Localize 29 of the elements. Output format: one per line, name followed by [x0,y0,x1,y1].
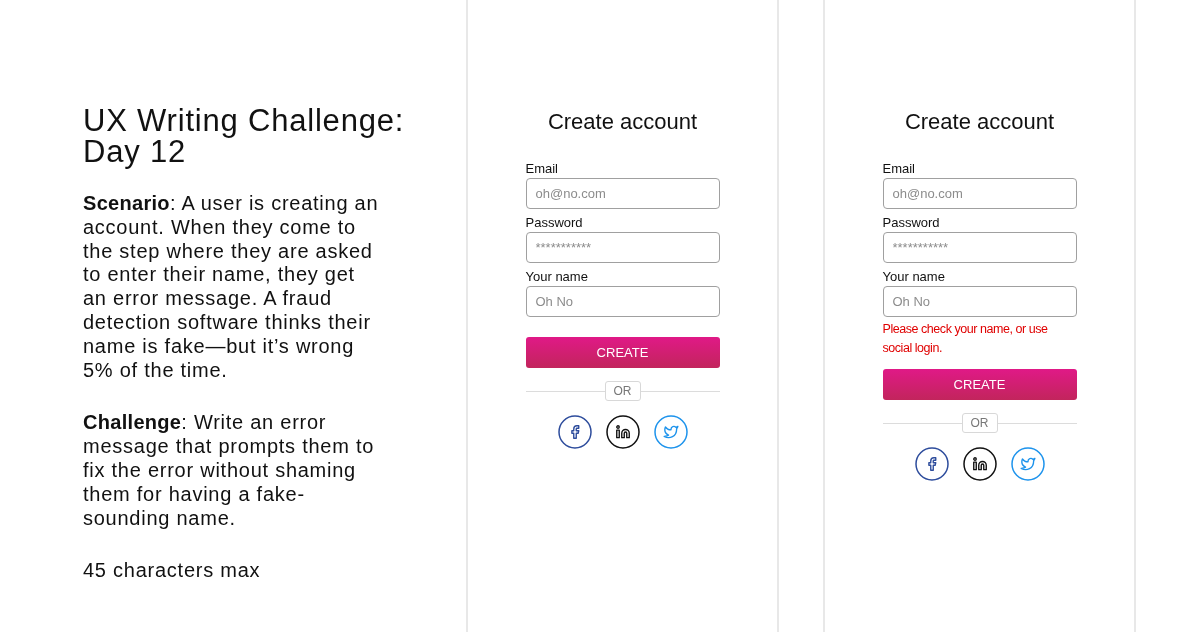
field-label: Email [882,161,916,177]
divider-label: OR [961,413,998,433]
input-field[interactable]: Oh No [525,286,720,317]
field-label: Your name [882,269,946,285]
input-field[interactable]: *********** [882,232,1077,263]
circled-bird-icon[interactable] [653,415,688,449]
input-field[interactable]: oh@no.com [882,178,1077,209]
circled-bird-icon[interactable] [1010,447,1045,481]
challenge-title: UX Writing Challenge: Day 12 [83,105,406,167]
field-label: Password [882,215,941,231]
circled-in-icon[interactable] [605,415,640,449]
divider-label: OR [604,381,641,401]
input-field[interactable]: oh@no.com [525,178,720,209]
circled-in-icon[interactable] [962,447,997,481]
field-label: Email [525,161,559,177]
create-button[interactable]: CREATE [525,337,720,368]
field-label: Password [525,215,584,231]
description-text: Challenge: Write an error message that prompts them to fix the error without shaming them for having a fake-sounding name. [83,411,376,531]
circled-f-icon[interactable] [914,447,949,481]
character-limit-text: 45 characters max [83,559,261,584]
input-field[interactable]: Oh No [882,286,1077,317]
description-text: Scenario: A user is creating an account. When they come to the step where they are asked to enter their name, they get an error message. A fraud detection software thinks their name is fake—but it’s wrong 5% of the time. [83,192,380,383]
error-message: Please check your name, or use social login. [882,321,1049,357]
circled-f-icon[interactable] [557,415,592,449]
input-field[interactable]: *********** [525,232,720,263]
field-label: Your name [525,269,589,285]
form-title: Create account [903,109,1056,135]
form-title: Create account [546,109,699,135]
create-button[interactable]: CREATE [882,369,1077,400]
